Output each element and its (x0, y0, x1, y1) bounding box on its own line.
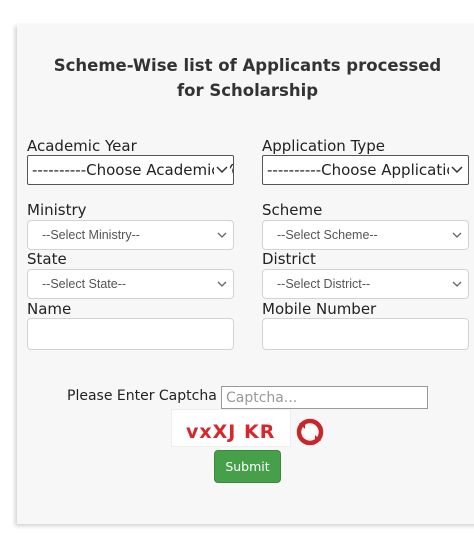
application-type-label: Application Type (262, 137, 386, 155)
chevron-down-icon (214, 160, 230, 180)
district-selected: --Select District-- (277, 277, 371, 291)
ministry-select[interactable]: --Select Ministry-- (27, 220, 234, 250)
application-type-select[interactable]: ----------Choose Application Type (262, 155, 469, 185)
captcha-input[interactable] (221, 386, 428, 409)
academic-year-label: Academic Year (27, 137, 137, 155)
svg-text:vxXJ KR: vxXJ KR (186, 421, 275, 443)
scheme-selected: --Select Scheme-- (277, 228, 378, 242)
chevron-down-icon (449, 160, 465, 180)
mobile-number-label: Mobile Number (262, 300, 377, 318)
scheme-label: Scheme (262, 201, 323, 219)
state-select[interactable]: --Select State-- (27, 269, 234, 299)
academic-year-selected: ----------Choose Academic Year (32, 161, 234, 179)
ministry-label: Ministry (27, 201, 87, 219)
submit-button[interactable]: Submit (214, 450, 281, 483)
captcha-image-text: vxXJ KR (186, 421, 275, 443)
page-title: Scheme-Wise list of Applicants processed… (53, 56, 442, 100)
state-selected: --Select State-- (42, 277, 127, 291)
page: Scheme-Wise list of Applicants processed… (0, 0, 474, 533)
chevron-down-icon (449, 225, 465, 245)
chevron-down-icon (214, 274, 230, 294)
refresh-icon[interactable] (296, 418, 324, 446)
district-label: District (262, 250, 316, 268)
academic-year-select[interactable]: ----------Choose Academic Year (27, 155, 234, 185)
state-label: State (27, 250, 67, 268)
scheme-select[interactable]: --Select Scheme-- (262, 220, 469, 250)
name-label: Name (27, 300, 72, 318)
district-select[interactable]: --Select District-- (262, 269, 469, 299)
chevron-down-icon (449, 274, 465, 294)
name-input[interactable] (27, 318, 234, 350)
captcha-label: Please Enter Captcha (67, 388, 217, 404)
captcha-image: vxXJ KR (171, 409, 291, 447)
ministry-selected: --Select Ministry-- (42, 228, 140, 242)
application-type-selected: ----------Choose Application Type (267, 161, 468, 179)
chevron-down-icon (214, 225, 230, 245)
mobile-number-input[interactable] (262, 318, 469, 350)
